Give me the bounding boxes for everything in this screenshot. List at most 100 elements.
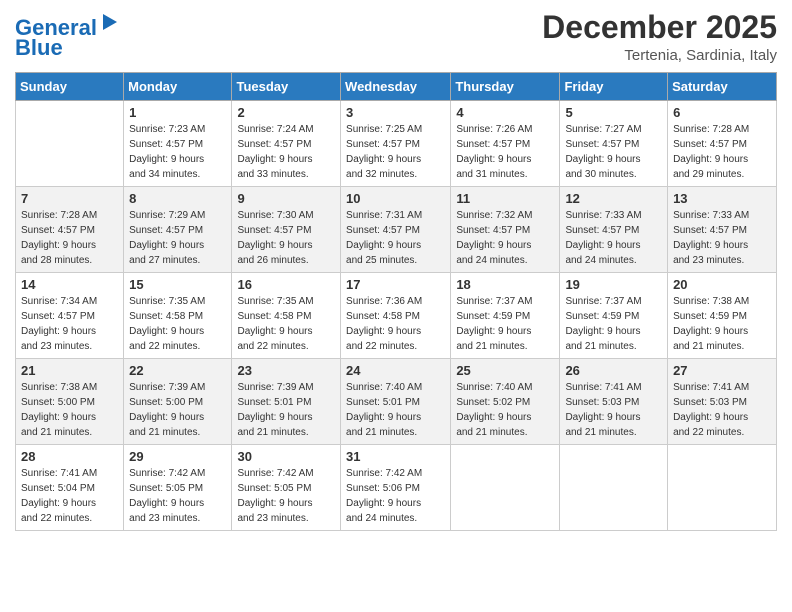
- day-number: 1: [129, 105, 226, 120]
- day-info: Sunrise: 7:41 AMSunset: 5:03 PMDaylight:…: [673, 380, 771, 440]
- day-number: 31: [346, 449, 445, 464]
- day-info: Sunrise: 7:38 AMSunset: 5:00 PMDaylight:…: [21, 380, 118, 440]
- day-number: 20: [673, 277, 771, 292]
- calendar-cell: 2 Sunrise: 7:24 AMSunset: 4:57 PMDaylight…: [232, 101, 341, 187]
- header-thursday: Thursday: [451, 73, 560, 101]
- calendar-cell: [560, 445, 668, 531]
- day-number: 9: [237, 191, 335, 206]
- day-info: Sunrise: 7:30 AMSunset: 4:57 PMDaylight:…: [237, 208, 335, 268]
- day-number: 10: [346, 191, 445, 206]
- day-number: 19: [565, 277, 662, 292]
- calendar-cell: 6Sunrise: 7:28 AMSunset: 4:57 PMDaylight…: [668, 101, 777, 187]
- day-info: Sunrise: 7:34 AMSunset: 4:57 PMDaylight:…: [21, 294, 118, 354]
- week-row-1: 1 Sunrise: 7:23 AMSunset: 4:57 PMDaylight…: [16, 101, 777, 187]
- location-title: Tertenia, Sardinia, Italy: [542, 47, 777, 64]
- day-number: 18: [456, 277, 554, 292]
- calendar-cell: [668, 445, 777, 531]
- day-number: 15: [129, 277, 226, 292]
- calendar-cell: 8Sunrise: 7:29 AMSunset: 4:57 PMDaylight…: [124, 187, 232, 273]
- day-info: Sunrise: 7:35 AMSunset: 4:58 PMDaylight:…: [129, 294, 226, 354]
- header-tuesday: Tuesday: [232, 73, 341, 101]
- day-info: Sunrise: 7:42 AMSunset: 5:06 PMDaylight:…: [346, 466, 445, 526]
- day-number: 26: [565, 363, 662, 378]
- calendar-cell: 31 Sunrise: 7:42 AMSunset: 5:06 PMDayligh…: [341, 445, 451, 531]
- logo-blue: Blue: [15, 36, 63, 60]
- day-info: Sunrise: 7:37 AMSunset: 4:59 PMDaylight:…: [456, 294, 554, 354]
- calendar-cell: 28Sunrise: 7:41 AMSunset: 5:04 PMDayligh…: [16, 445, 124, 531]
- calendar-cell: 16 Sunrise: 7:35 AMSunset: 4:58 PMDayligh…: [232, 273, 341, 359]
- calendar-cell: [451, 445, 560, 531]
- day-info: Sunrise: 7:42 AMSunset: 5:05 PMDaylight:…: [237, 466, 335, 526]
- day-number: 29: [129, 449, 226, 464]
- day-number: 24: [346, 363, 445, 378]
- calendar-cell: 14 Sunrise: 7:34 AMSunset: 4:57 PMDayligh…: [16, 273, 124, 359]
- week-row-4: 21 Sunrise: 7:38 AMSunset: 5:00 PMDayligh…: [16, 359, 777, 445]
- calendar-cell: 25Sunrise: 7:40 AMSunset: 5:02 PMDayligh…: [451, 359, 560, 445]
- day-info: Sunrise: 7:32 AMSunset: 4:57 PMDaylight:…: [456, 208, 554, 268]
- calendar-cell: 13Sunrise: 7:33 AMSunset: 4:57 PMDayligh…: [668, 187, 777, 273]
- day-info: Sunrise: 7:39 AMSunset: 5:00 PMDaylight:…: [129, 380, 226, 440]
- calendar-cell: 15 Sunrise: 7:35 AMSunset: 4:58 PMDayligh…: [124, 273, 232, 359]
- weekday-header-row: Sunday Monday Tuesday Wednesday Thursday…: [16, 73, 777, 101]
- calendar-cell: 17Sunrise: 7:36 AMSunset: 4:58 PMDayligh…: [341, 273, 451, 359]
- day-info: Sunrise: 7:25 AMSunset: 4:57 PMDaylight:…: [346, 122, 445, 182]
- day-number: 2: [237, 105, 335, 120]
- calendar-cell: 22 Sunrise: 7:39 AMSunset: 5:00 PMDayligh…: [124, 359, 232, 445]
- month-title: December 2025: [542, 10, 777, 45]
- day-number: 16: [237, 277, 335, 292]
- page-container: General Blue December 2025 Tertenia, Sar…: [0, 0, 792, 546]
- day-number: 13: [673, 191, 771, 206]
- calendar-cell: 12 Sunrise: 7:33 AMSunset: 4:57 PMDayligh…: [560, 187, 668, 273]
- week-row-3: 14 Sunrise: 7:34 AMSunset: 4:57 PMDayligh…: [16, 273, 777, 359]
- day-info: Sunrise: 7:23 AMSunset: 4:57 PMDaylight:…: [129, 122, 226, 182]
- calendar-cell: 11 Sunrise: 7:32 AMSunset: 4:57 PMDayligh…: [451, 187, 560, 273]
- calendar-cell: 7 Sunrise: 7:28 AMSunset: 4:57 PMDaylight…: [16, 187, 124, 273]
- calendar-cell: 18 Sunrise: 7:37 AMSunset: 4:59 PMDayligh…: [451, 273, 560, 359]
- week-row-5: 28Sunrise: 7:41 AMSunset: 5:04 PMDayligh…: [16, 445, 777, 531]
- day-info: Sunrise: 7:36 AMSunset: 4:58 PMDaylight:…: [346, 294, 445, 354]
- day-number: 7: [21, 191, 118, 206]
- day-info: Sunrise: 7:41 AMSunset: 5:04 PMDaylight:…: [21, 466, 118, 526]
- day-info: Sunrise: 7:33 AMSunset: 4:57 PMDaylight:…: [565, 208, 662, 268]
- calendar-cell: 19Sunrise: 7:37 AMSunset: 4:59 PMDayligh…: [560, 273, 668, 359]
- header-friday: Friday: [560, 73, 668, 101]
- day-number: 12: [565, 191, 662, 206]
- day-number: 14: [21, 277, 118, 292]
- calendar-cell: 3Sunrise: 7:25 AMSunset: 4:57 PMDaylight…: [341, 101, 451, 187]
- day-info: Sunrise: 7:39 AMSunset: 5:01 PMDaylight:…: [237, 380, 335, 440]
- day-info: Sunrise: 7:35 AMSunset: 4:58 PMDaylight:…: [237, 294, 335, 354]
- day-info: Sunrise: 7:26 AMSunset: 4:57 PMDaylight:…: [456, 122, 554, 182]
- day-info: Sunrise: 7:29 AMSunset: 4:57 PMDaylight:…: [129, 208, 226, 268]
- day-info: Sunrise: 7:38 AMSunset: 4:59 PMDaylight:…: [673, 294, 771, 354]
- day-number: 11: [456, 191, 554, 206]
- header-saturday: Saturday: [668, 73, 777, 101]
- day-info: Sunrise: 7:40 AMSunset: 5:01 PMDaylight:…: [346, 380, 445, 440]
- calendar-cell: 20 Sunrise: 7:38 AMSunset: 4:59 PMDayligh…: [668, 273, 777, 359]
- day-info: Sunrise: 7:42 AMSunset: 5:05 PMDaylight:…: [129, 466, 226, 526]
- calendar-cell: 1 Sunrise: 7:23 AMSunset: 4:57 PMDaylight…: [124, 101, 232, 187]
- day-number: 25: [456, 363, 554, 378]
- day-info: Sunrise: 7:28 AMSunset: 4:57 PMDaylight:…: [21, 208, 118, 268]
- day-number: 22: [129, 363, 226, 378]
- calendar-table: Sunday Monday Tuesday Wednesday Thursday…: [15, 72, 777, 531]
- title-block: December 2025 Tertenia, Sardinia, Italy: [542, 10, 777, 64]
- header-wednesday: Wednesday: [341, 73, 451, 101]
- day-info: Sunrise: 7:27 AMSunset: 4:57 PMDaylight:…: [565, 122, 662, 182]
- week-row-2: 7 Sunrise: 7:28 AMSunset: 4:57 PMDaylight…: [16, 187, 777, 273]
- calendar-cell: 10 Sunrise: 7:31 AMSunset: 4:57 PMDayligh…: [341, 187, 451, 273]
- day-number: 6: [673, 105, 771, 120]
- day-info: Sunrise: 7:24 AMSunset: 4:57 PMDaylight:…: [237, 122, 335, 182]
- calendar-cell: 24 Sunrise: 7:40 AMSunset: 5:01 PMDayligh…: [341, 359, 451, 445]
- day-info: Sunrise: 7:31 AMSunset: 4:57 PMDaylight:…: [346, 208, 445, 268]
- day-number: 4: [456, 105, 554, 120]
- day-number: 21: [21, 363, 118, 378]
- page-header: General Blue December 2025 Tertenia, Sar…: [15, 10, 777, 64]
- calendar-cell: 26 Sunrise: 7:41 AMSunset: 5:03 PMDayligh…: [560, 359, 668, 445]
- calendar-cell: 21 Sunrise: 7:38 AMSunset: 5:00 PMDayligh…: [16, 359, 124, 445]
- day-info: Sunrise: 7:41 AMSunset: 5:03 PMDaylight:…: [565, 380, 662, 440]
- calendar-cell: 27 Sunrise: 7:41 AMSunset: 5:03 PMDayligh…: [668, 359, 777, 445]
- day-number: 27: [673, 363, 771, 378]
- calendar-cell: 30 Sunrise: 7:42 AMSunset: 5:05 PMDayligh…: [232, 445, 341, 531]
- day-number: 5: [565, 105, 662, 120]
- day-number: 30: [237, 449, 335, 464]
